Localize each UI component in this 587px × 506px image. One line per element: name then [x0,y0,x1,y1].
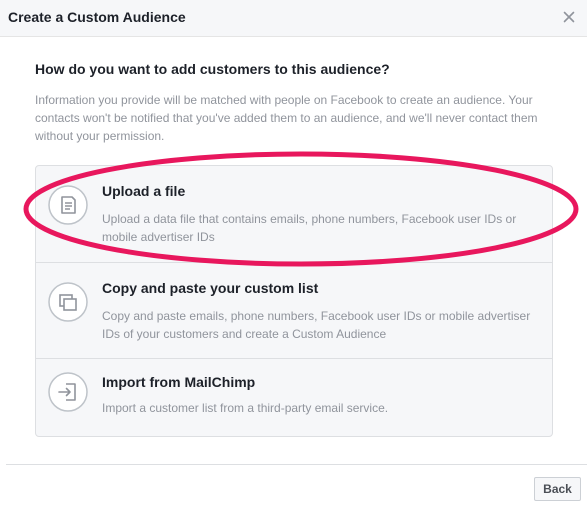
footer-divider [6,464,587,465]
copy-icon [48,282,88,322]
audience-source-options: Upload a file Upload a data file that co… [35,165,553,437]
option-title: Upload a file [102,183,186,199]
option-description: Upload a data file that contains emails,… [102,212,517,244]
option-description: Import a customer list from a third-part… [102,401,389,415]
import-icon [48,372,88,412]
option-title: Copy and paste your custom list [102,280,319,296]
back-button[interactable]: Back [534,477,581,501]
page-question: How do you want to add customers to this… [35,61,390,77]
option-description: Copy and paste emails, phone numbers, Fa… [102,309,531,341]
close-icon[interactable] [561,9,577,25]
info-text: Information you provide will be matched … [35,93,538,143]
dialog-header: Create a Custom Audience [0,0,587,37]
option-upload-file[interactable]: Upload a file Upload a data file that co… [36,166,552,262]
option-import-mailchimp[interactable]: Import from MailChimp Import a customer … [36,358,552,437]
option-copy-paste[interactable]: Copy and paste your custom list Copy and… [36,262,552,359]
create-custom-audience-dialog: Create a Custom Audience How do you want… [0,0,587,506]
option-title: Import from MailChimp [102,374,256,390]
dialog-title: Create a Custom Audience [8,9,186,25]
dialog-content: How do you want to add customers to this… [35,60,555,145]
document-icon [48,185,88,225]
